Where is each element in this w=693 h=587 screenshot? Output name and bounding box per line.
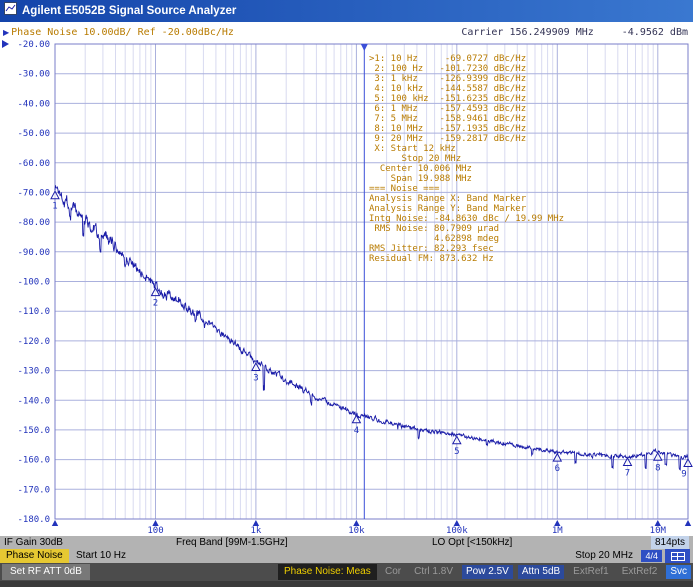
indicator-extref2: ExtRef2 [618, 565, 662, 579]
indicator-extref1: ExtRef1 [569, 565, 613, 579]
trace-active-icon: ▶ [3, 28, 9, 37]
softkey-message: Set RF ATT 0dB [2, 564, 90, 580]
status-row-sweep: Phase Noise Start 10 Hz Stop 20 MHz 4/4 [0, 549, 693, 563]
carrier-frequency: Carrier 156.249909 MHz [461, 27, 593, 38]
trace-scale-label[interactable]: Phase Noise 10.00dB/ Ref -20.00dBc/Hz [11, 27, 234, 38]
measurement-status: Phase Noise: Meas [278, 564, 377, 580]
status-row-measurement: IF Gain 30dB Freq Band [99M-1.5GHz] LO O… [0, 536, 693, 549]
trace-header: ▶ Phase Noise 10.00dB/ Ref -20.00dBc/Hz … [3, 25, 688, 40]
indicator-pow-2-5v: Pow 2.5V [462, 565, 513, 579]
instrument-screen: Agilent E5052B Signal Source Analyzer ▶ … [0, 0, 693, 587]
freq-band-status: Freq Band [99M-1.5GHz] [176, 537, 288, 548]
window-title: Agilent E5052B Signal Source Analyzer [22, 5, 236, 17]
window-page-indicator[interactable]: 4/4 [641, 550, 662, 562]
lo-opt-status: LO Opt [<150kHz] [432, 537, 512, 548]
display-area [0, 22, 693, 536]
indicator-cor: Cor [381, 565, 405, 579]
indicator-ctrl-1-8v: Ctrl 1.8V [410, 565, 457, 579]
indicator-svc: Svc [666, 565, 691, 579]
indicator-attn-5db: Attn 5dB [518, 565, 564, 579]
carrier-power: -4.9562 dBm [622, 27, 688, 38]
marker-readout-table: >1: 10 Hz -69.0727 dBc/Hz 2: 100 Hz -101… [369, 54, 564, 264]
status-row-system: Set RF ATT 0dB Phase Noise: Meas Cor Ctrl… [0, 563, 693, 581]
sweep-stop: Stop 20 MHz [575, 550, 633, 561]
active-trace-tab[interactable]: Phase Noise [0, 549, 69, 563]
sweep-start: Start 10 Hz [76, 550, 126, 561]
points-count: 814pts [651, 536, 689, 549]
app-icon [4, 2, 17, 20]
title-bar[interactable]: Agilent E5052B Signal Source Analyzer [0, 0, 693, 22]
four-pane-grid-icon [671, 552, 685, 561]
hardware-indicators: Cor Ctrl 1.8V Pow 2.5V Attn 5dB ExtRef1 ExtRe… [381, 564, 691, 580]
window-layout-icon[interactable] [665, 549, 690, 563]
if-gain-status: IF Gain 30dB [4, 537, 63, 548]
